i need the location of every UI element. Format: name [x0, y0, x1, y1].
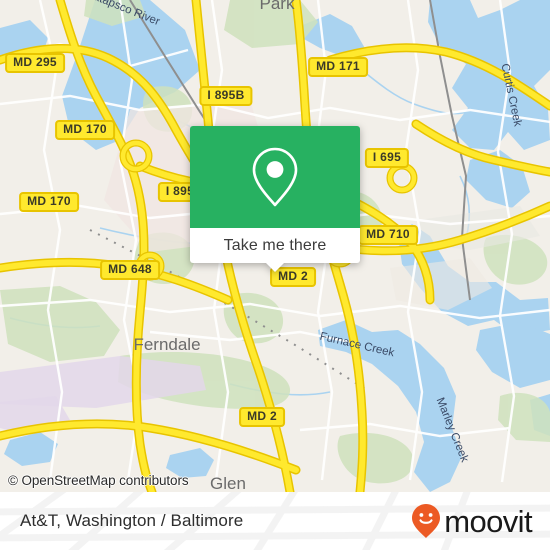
place-label-park: Park — [259, 0, 295, 13]
moovit-station-map-screenshot: Curtis Creek Patapsco River Furnace Cree… — [0, 0, 550, 550]
card-header — [190, 126, 360, 228]
highway-shield: MD 710 — [358, 225, 418, 245]
moovit-wordmark: moovit — [444, 503, 532, 539]
highway-shield: MD 2 — [239, 407, 285, 427]
map-pin-icon — [252, 147, 298, 207]
take-me-there-button[interactable]: Take me there — [190, 228, 360, 272]
moovit-smiley-pin-icon — [412, 504, 441, 538]
callout-tail — [265, 262, 285, 272]
highway-shield: I 695 — [364, 148, 410, 168]
highway-shield: MD 171 — [308, 57, 368, 77]
moovit-logo[interactable]: moovit — [411, 503, 533, 539]
openstreetmap-attribution[interactable]: © OpenStreetMap contributors — [8, 473, 189, 488]
station-title: At&T, Washington / Baltimore — [20, 511, 244, 530]
footer-bar: At&T, Washington / Baltimore moovit — [0, 492, 550, 550]
highway-shield: MD 170 — [19, 192, 79, 212]
highway-shield: I 895B — [199, 86, 253, 106]
place-label-ferndale: Ferndale — [133, 335, 201, 354]
station-callout-card[interactable]: Take me there — [190, 126, 360, 272]
take-me-there-label: Take me there — [223, 236, 327, 254]
highway-shield: MD 648 — [100, 260, 160, 280]
highway-shield: MD 170 — [55, 120, 115, 140]
place-label-glen: Glen — [210, 474, 246, 492]
highway-shield: MD 295 — [5, 53, 65, 73]
